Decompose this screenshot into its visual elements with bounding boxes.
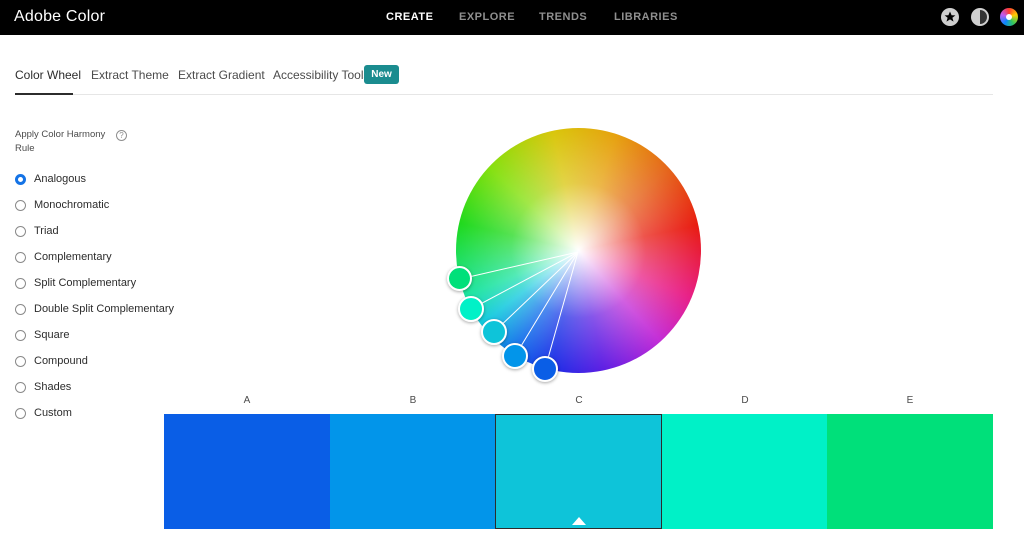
top-navigation-bar: Adobe Color CREATE EXPLORE TRENDS LIBRAR… [0,0,1024,35]
color-handle-e[interactable] [447,266,472,291]
tab-extract-theme[interactable]: Extract Theme [91,68,169,82]
radio-button[interactable] [15,304,26,315]
rule-label: Shades [34,381,72,393]
radio-button[interactable] [15,278,26,289]
radio-button[interactable] [15,174,26,185]
help-icon[interactable]: ? [116,130,127,141]
rule-label: Square [34,329,70,341]
radio-button[interactable] [15,408,26,419]
radio-button[interactable] [15,252,26,263]
radio-button[interactable] [15,330,26,341]
swatch-label-e: E [906,395,914,406]
rule-label: Complementary [34,251,112,263]
swatch-label-a: A [243,395,251,406]
rule-label: Double Split Complementary [34,303,175,315]
tab-accessibility-tools[interactable]: Accessibility Tools [273,68,369,82]
swatch-label-c: C [575,395,583,406]
radio-button[interactable] [15,200,26,211]
color-handle-c[interactable] [481,319,507,345]
nav-create[interactable]: CREATE [386,11,433,23]
harmony-rule-heading: Apply Color Harmony Rule [15,129,106,154]
star-badge-icon[interactable] [941,8,959,26]
color-handle-b[interactable] [502,343,528,369]
rule-label: Custom [34,407,72,419]
color-swatch-b[interactable] [330,414,496,529]
create-tabs: Color Wheel Extract Theme Extract Gradie… [15,62,993,95]
tab-extract-gradient[interactable]: Extract Gradient [178,68,265,82]
nav-explore[interactable]: EXPLORE [459,11,515,23]
radio-button[interactable] [15,382,26,393]
swatch-label-d: D [741,395,749,406]
color-wheel[interactable] [447,125,708,383]
rule-label: Triad [34,225,59,237]
color-swatch-e[interactable] [827,414,993,529]
rule-label: Monochromatic [34,199,110,211]
contrast-icon[interactable] [971,8,989,26]
app-title[interactable]: Adobe Color [14,8,105,26]
base-color-marker-icon [571,517,586,525]
color-wheel-graphic [456,128,701,373]
nav-trends[interactable]: TRENDS [539,11,587,23]
rule-label: Split Complementary [34,277,137,289]
color-handle-a[interactable] [532,356,558,382]
radio-button[interactable] [15,356,26,367]
color-swatch-d[interactable] [662,414,828,529]
nav-libraries[interactable]: LIBRARIES [614,11,678,23]
color-swatch-c[interactable] [495,414,662,529]
rule-label: Compound [34,355,88,367]
rule-label: Analogous [34,173,86,185]
color-swatch-a[interactable] [164,414,330,529]
color-handle-d[interactable] [458,296,484,322]
swatch-label-b: B [409,395,417,406]
tab-color-wheel[interactable]: Color Wheel [15,68,81,82]
active-tab-indicator [15,93,73,95]
new-badge: New [364,65,399,84]
color-wheel-profile-icon[interactable] [1000,8,1018,26]
radio-button[interactable] [15,226,26,237]
